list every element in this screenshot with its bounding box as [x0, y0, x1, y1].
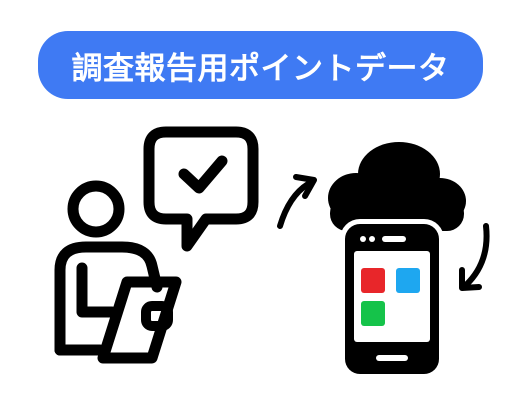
speech-bubble-check-icon — [143, 126, 259, 252]
illustration — [54, 126, 490, 379]
smartphone-icon — [345, 224, 439, 374]
app-tile-red — [361, 268, 385, 293]
curved-arrow-down-icon — [459, 223, 490, 291]
person-with-clipboard-icon — [54, 180, 182, 364]
app-tile-green — [361, 301, 385, 326]
curved-arrow-up-icon — [277, 174, 317, 229]
app-tile-blue — [396, 268, 420, 293]
